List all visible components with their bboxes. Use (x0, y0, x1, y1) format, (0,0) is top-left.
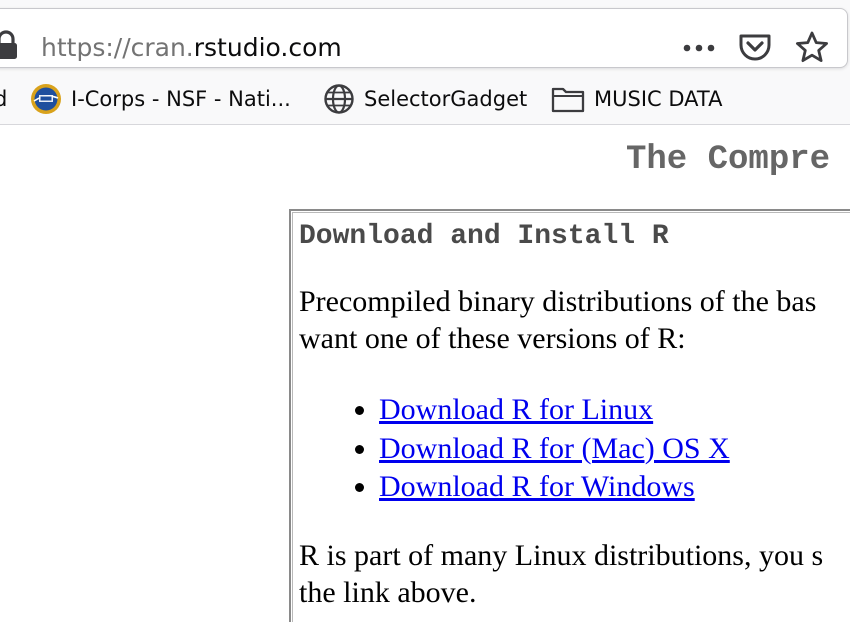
bookmark-label: SelectorGadget (364, 87, 528, 111)
lock-icon[interactable] (0, 30, 19, 60)
list-item: Download R for Windows (379, 468, 730, 507)
page-content: The Compre Download and Install R Precom… (0, 125, 850, 622)
download-link-list: Download R for Linux Download R for (Mac… (339, 391, 730, 507)
intro-line-1: Precompiled binary distributions of the … (299, 285, 817, 318)
url-domain: rstudio.com (193, 33, 342, 62)
intro-paragraph: Precompiled binary distributions of the … (299, 283, 816, 357)
bookmark-item-icorps[interactable]: I-Corps - NSF - Nati... (30, 82, 291, 116)
intro-line-2: want one of these versions of R: (299, 322, 686, 355)
download-section-frame: Download and Install R Precompiled binar… (289, 209, 850, 622)
download-macos-link[interactable]: Download R for (Mac) OS X (379, 432, 730, 465)
bookmark-folder-music-data[interactable]: MUSIC DATA (551, 82, 722, 116)
outro-line-1: R is part of many Linux distributions, y… (299, 539, 824, 572)
ellipsis-icon[interactable] (681, 34, 717, 62)
outro-paragraph: R is part of many Linux distributions, y… (299, 537, 823, 611)
download-linux-link[interactable]: Download R for Linux (379, 393, 653, 426)
bookmark-item-partial[interactable]: d (0, 82, 7, 116)
bookmark-label: MUSIC DATA (594, 87, 723, 111)
url-text[interactable]: https://cran.rstudio.com (41, 31, 342, 65)
star-icon[interactable] (794, 30, 830, 64)
nsf-logo-icon (31, 84, 61, 114)
page-heading: The Compre (626, 141, 831, 179)
bookmark-item-selectorgadget[interactable]: SelectorGadget (323, 82, 527, 116)
url-scheme: https://cran. (41, 33, 194, 62)
list-item: Download R for (Mac) OS X (379, 430, 730, 469)
outro-line-2: the link above. (299, 576, 477, 609)
bookmark-label: d (0, 87, 8, 111)
download-windows-link[interactable]: Download R for Windows (379, 470, 695, 503)
list-item: Download R for Linux (379, 391, 730, 430)
browser-chrome: https://cran.rstudio.com d I-Corps - NSF… (0, 0, 850, 125)
bookmark-label: I-Corps - NSF - Nati... (71, 87, 291, 111)
section-title: Download and Install R (299, 221, 669, 252)
pocket-icon[interactable] (738, 31, 772, 63)
globe-icon (324, 84, 354, 114)
folder-icon (551, 87, 585, 113)
address-bar[interactable]: https://cran.rstudio.com (0, 8, 848, 68)
